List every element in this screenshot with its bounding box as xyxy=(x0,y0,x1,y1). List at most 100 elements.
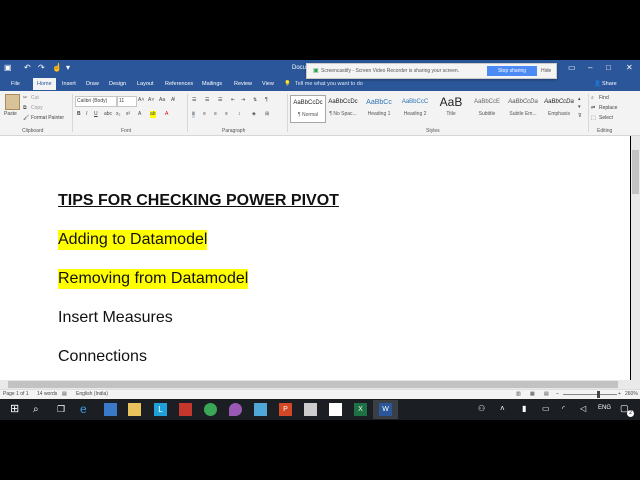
excel-icon[interactable]: X xyxy=(354,403,367,416)
redo-icon[interactable]: ↷ xyxy=(38,63,45,73)
align-left-icon[interactable]: ≡ xyxy=(192,111,195,118)
zoom-slider-handle[interactable] xyxy=(597,391,600,398)
customize-qat-icon[interactable]: ▾ xyxy=(66,63,70,73)
style-subtle-emphasis[interactable]: AaBbCcDa Subtle Em... xyxy=(506,95,540,121)
tab-references[interactable]: References xyxy=(161,78,197,90)
font-size-box[interactable]: 11 xyxy=(117,96,137,107)
store-icon[interactable] xyxy=(104,403,117,416)
numbering-icon[interactable]: ☰ xyxy=(205,97,209,104)
page-count[interactable]: Page 1 of 1 xyxy=(3,390,29,398)
paste-icon[interactable] xyxy=(5,94,20,110)
stop-sharing-button[interactable]: Stop sharing xyxy=(487,66,537,76)
cut-icon[interactable]: ✂ xyxy=(23,95,27,102)
zoom-level[interactable]: 260% xyxy=(625,390,638,398)
tab-home[interactable]: Home xyxy=(33,78,56,90)
power-icon[interactable]: ▮ xyxy=(522,404,526,413)
app-red-icon[interactable] xyxy=(179,403,192,416)
grow-font-icon[interactable]: A˄ xyxy=(138,97,144,104)
style-normal[interactable]: AaBbCcDc ¶ Normal xyxy=(290,95,326,123)
ribbon-display-icon[interactable]: ▭ xyxy=(568,63,576,73)
clear-formatting-icon[interactable]: A̸ xyxy=(171,97,174,104)
file-explorer-icon[interactable] xyxy=(128,403,141,416)
copy-icon[interactable]: ⧉ xyxy=(23,105,27,112)
zoom-slider[interactable] xyxy=(563,394,617,395)
app-purple-icon[interactable] xyxy=(229,403,242,416)
copy-button[interactable]: Copy xyxy=(31,105,43,112)
multilevel-list-icon[interactable]: ☰ xyxy=(218,97,222,104)
superscript-icon[interactable]: x² xyxy=(126,111,130,118)
task-view-icon[interactable]: ❐ xyxy=(57,403,65,416)
increase-indent-icon[interactable]: ⇥ xyxy=(241,97,245,104)
read-mode-icon[interactable]: ▥ xyxy=(516,390,521,398)
touch-mode-icon[interactable]: ☝ xyxy=(52,63,62,73)
show-marks-icon[interactable]: ¶ xyxy=(265,97,268,104)
shading-icon[interactable]: ◈ xyxy=(252,111,256,118)
underline-icon[interactable]: U xyxy=(94,111,98,118)
word-count[interactable]: 14 words xyxy=(37,390,57,398)
zoom-out-icon[interactable]: – xyxy=(556,390,559,398)
web-layout-icon[interactable]: ▤ xyxy=(544,390,549,398)
text-effects-icon[interactable]: A xyxy=(138,111,141,118)
strikethrough-icon[interactable]: abc xyxy=(104,111,112,118)
highlight-icon[interactable]: ab xyxy=(150,111,156,118)
close-icon[interactable]: ✕ xyxy=(626,63,633,73)
tell-me-box[interactable]: Tell me what you want to do xyxy=(291,78,367,90)
maximize-icon[interactable]: □ xyxy=(606,63,611,73)
bullets-icon[interactable]: ☰ xyxy=(192,97,196,104)
cut-button[interactable]: Cut xyxy=(31,95,39,102)
volume-icon[interactable]: ◁ xyxy=(580,404,586,413)
find-button[interactable]: Find xyxy=(599,95,609,102)
network-icon[interactable]: ▭ xyxy=(542,404,550,413)
tab-review[interactable]: Review xyxy=(230,78,256,90)
calculator-icon[interactable] xyxy=(304,403,317,416)
tray-chevron-icon[interactable]: ˄ xyxy=(500,404,505,413)
word-icon[interactable]: W xyxy=(379,403,392,416)
decrease-indent-icon[interactable]: ⇤ xyxy=(231,97,235,104)
styles-scroll-down-icon[interactable]: ▾ xyxy=(578,104,581,111)
tab-design[interactable]: Design xyxy=(105,78,130,90)
lync-icon[interactable]: L xyxy=(154,403,167,416)
format-painter-icon[interactable]: 🖌 xyxy=(23,115,29,122)
bold-icon[interactable]: B xyxy=(77,111,81,118)
styles-scroll-up-icon[interactable]: ▴ xyxy=(578,96,581,103)
style-heading-1[interactable]: AaBbCc Heading 1 xyxy=(362,95,396,121)
share-button[interactable]: Share xyxy=(598,78,621,90)
search-icon[interactable]: ⌕ xyxy=(33,403,39,416)
select-icon[interactable]: ⬚ xyxy=(591,115,596,122)
language-indicator[interactable]: English (India) xyxy=(76,390,108,398)
style-title[interactable]: AaB Title xyxy=(434,95,468,121)
replace-icon[interactable]: ⇄ xyxy=(591,105,595,112)
align-right-icon[interactable]: ≡ xyxy=(214,111,217,118)
select-button[interactable]: Select xyxy=(599,115,613,122)
tab-draw[interactable]: Draw xyxy=(82,78,103,90)
format-painter-button[interactable]: Format Painter xyxy=(31,115,64,122)
app-blue-icon[interactable] xyxy=(254,403,267,416)
document-page[interactable] xyxy=(0,136,630,380)
edge-icon[interactable]: e xyxy=(80,403,93,416)
style-subtitle[interactable]: AaBbCcE Subtitle xyxy=(470,95,504,121)
powerpoint-icon[interactable]: P xyxy=(279,403,292,416)
find-icon[interactable]: ⌕ xyxy=(591,95,594,102)
styles-more-icon[interactable]: ⊽ xyxy=(578,113,582,120)
style-emphasis[interactable]: AaBbCcDa Emphasis xyxy=(542,95,576,121)
paste-button[interactable]: Paste xyxy=(4,111,17,118)
tab-mailings[interactable]: Mailings xyxy=(198,78,226,90)
chrome-icon[interactable] xyxy=(204,403,217,416)
zoom-in-icon[interactable]: + xyxy=(618,390,621,398)
tab-insert[interactable]: Insert xyxy=(58,78,80,90)
line-spacing-icon[interactable]: ↕ xyxy=(238,111,241,118)
align-center-icon[interactable]: ≡ xyxy=(203,111,206,118)
vertical-scrollbar[interactable] xyxy=(631,136,640,380)
font-color-icon[interactable]: A xyxy=(165,111,168,118)
wifi-icon[interactable]: ◜ xyxy=(562,404,565,413)
sort-icon[interactable]: ⇅ xyxy=(253,97,257,104)
font-name-box[interactable]: Calibri (Body) xyxy=(75,96,117,107)
horizontal-scrollbar[interactable] xyxy=(0,380,640,389)
tab-view[interactable]: View xyxy=(258,78,278,90)
subscript-icon[interactable]: x₂ xyxy=(116,111,120,118)
minimize-icon[interactable]: – xyxy=(588,63,592,73)
tab-layout[interactable]: Layout xyxy=(133,78,158,90)
justify-icon[interactable]: ≡ xyxy=(225,111,228,118)
change-case-icon[interactable]: Aa xyxy=(159,97,165,104)
tab-file[interactable]: File xyxy=(7,78,24,90)
